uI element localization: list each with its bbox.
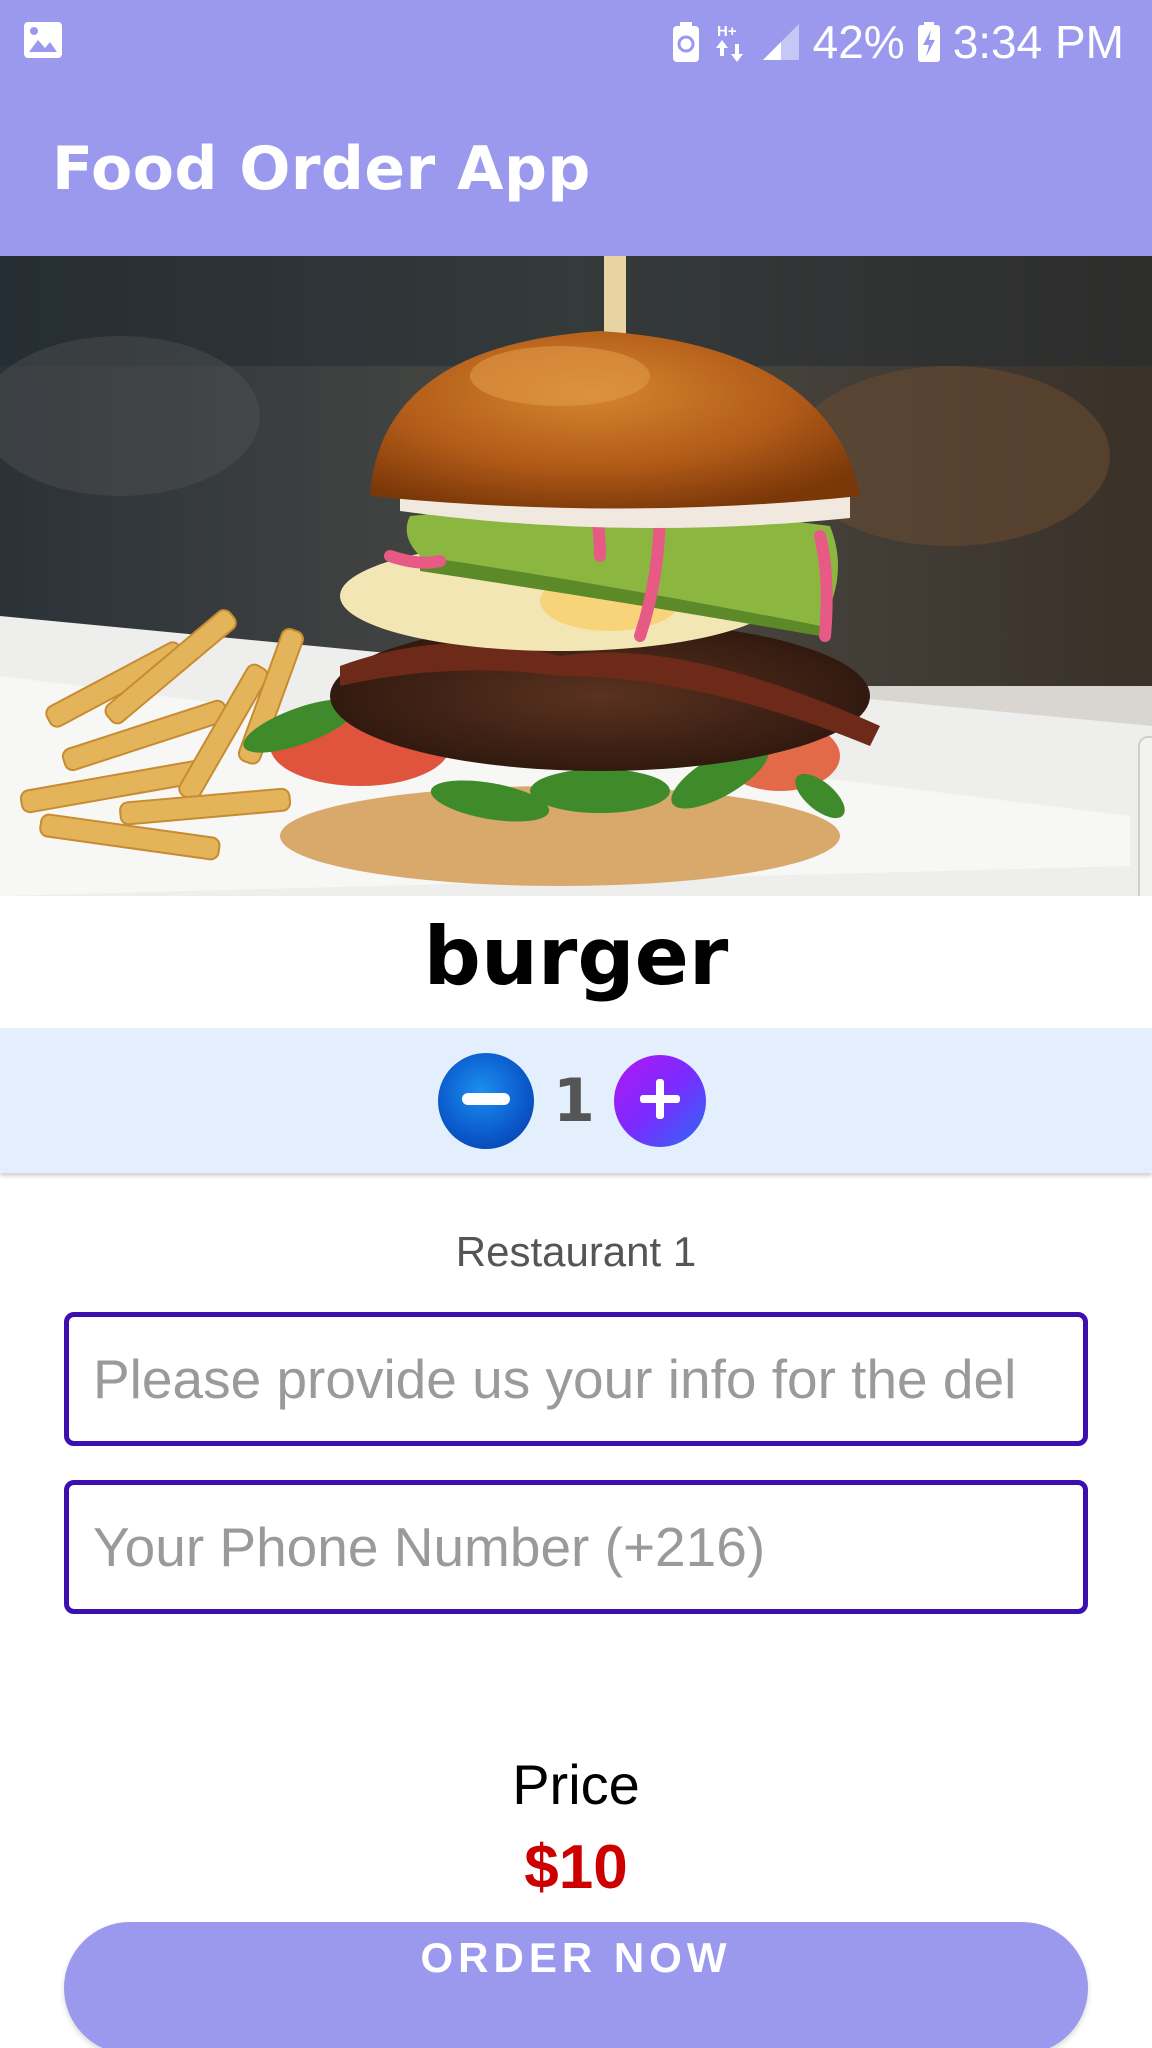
scroll-indicator[interactable] (1138, 736, 1152, 896)
app-bar: Food Order App (0, 82, 1152, 256)
status-bar: H+ 42% 3:34 PM (0, 0, 1152, 82)
image-notification-icon (22, 20, 64, 65)
order-now-button[interactable]: ORDER NOW (64, 1922, 1088, 2048)
app-title: Food Order App (52, 134, 591, 204)
restaurant-name: Restaurant 1 (455, 1228, 697, 1275)
food-image (0, 256, 1152, 896)
quantity-value: 1 (553, 1066, 595, 1136)
signal-icon (761, 22, 801, 62)
network-type-label: H+ (717, 23, 737, 40)
quantity-selector: 1 (0, 1028, 1152, 1173)
food-name: burger (423, 910, 729, 1003)
plus-icon (635, 1074, 685, 1129)
price-value: $10 (524, 1833, 628, 1902)
price-label: Price (512, 1753, 640, 1816)
minus-icon (456, 1069, 516, 1134)
battery-saver-icon (671, 21, 701, 63)
phone-field[interactable] (64, 1480, 1088, 1614)
clock: 3:34 PM (952, 16, 1124, 68)
decrease-quantity-button[interactable] (438, 1053, 534, 1149)
address-input[interactable] (69, 1317, 1083, 1441)
data-arrows-icon: H+ (713, 20, 749, 64)
battery-percent: 42% (812, 16, 905, 68)
increase-quantity-button[interactable] (614, 1055, 706, 1147)
address-field[interactable] (64, 1312, 1088, 1446)
phone-input[interactable] (69, 1485, 1083, 1609)
battery-charging-icon (917, 21, 941, 63)
